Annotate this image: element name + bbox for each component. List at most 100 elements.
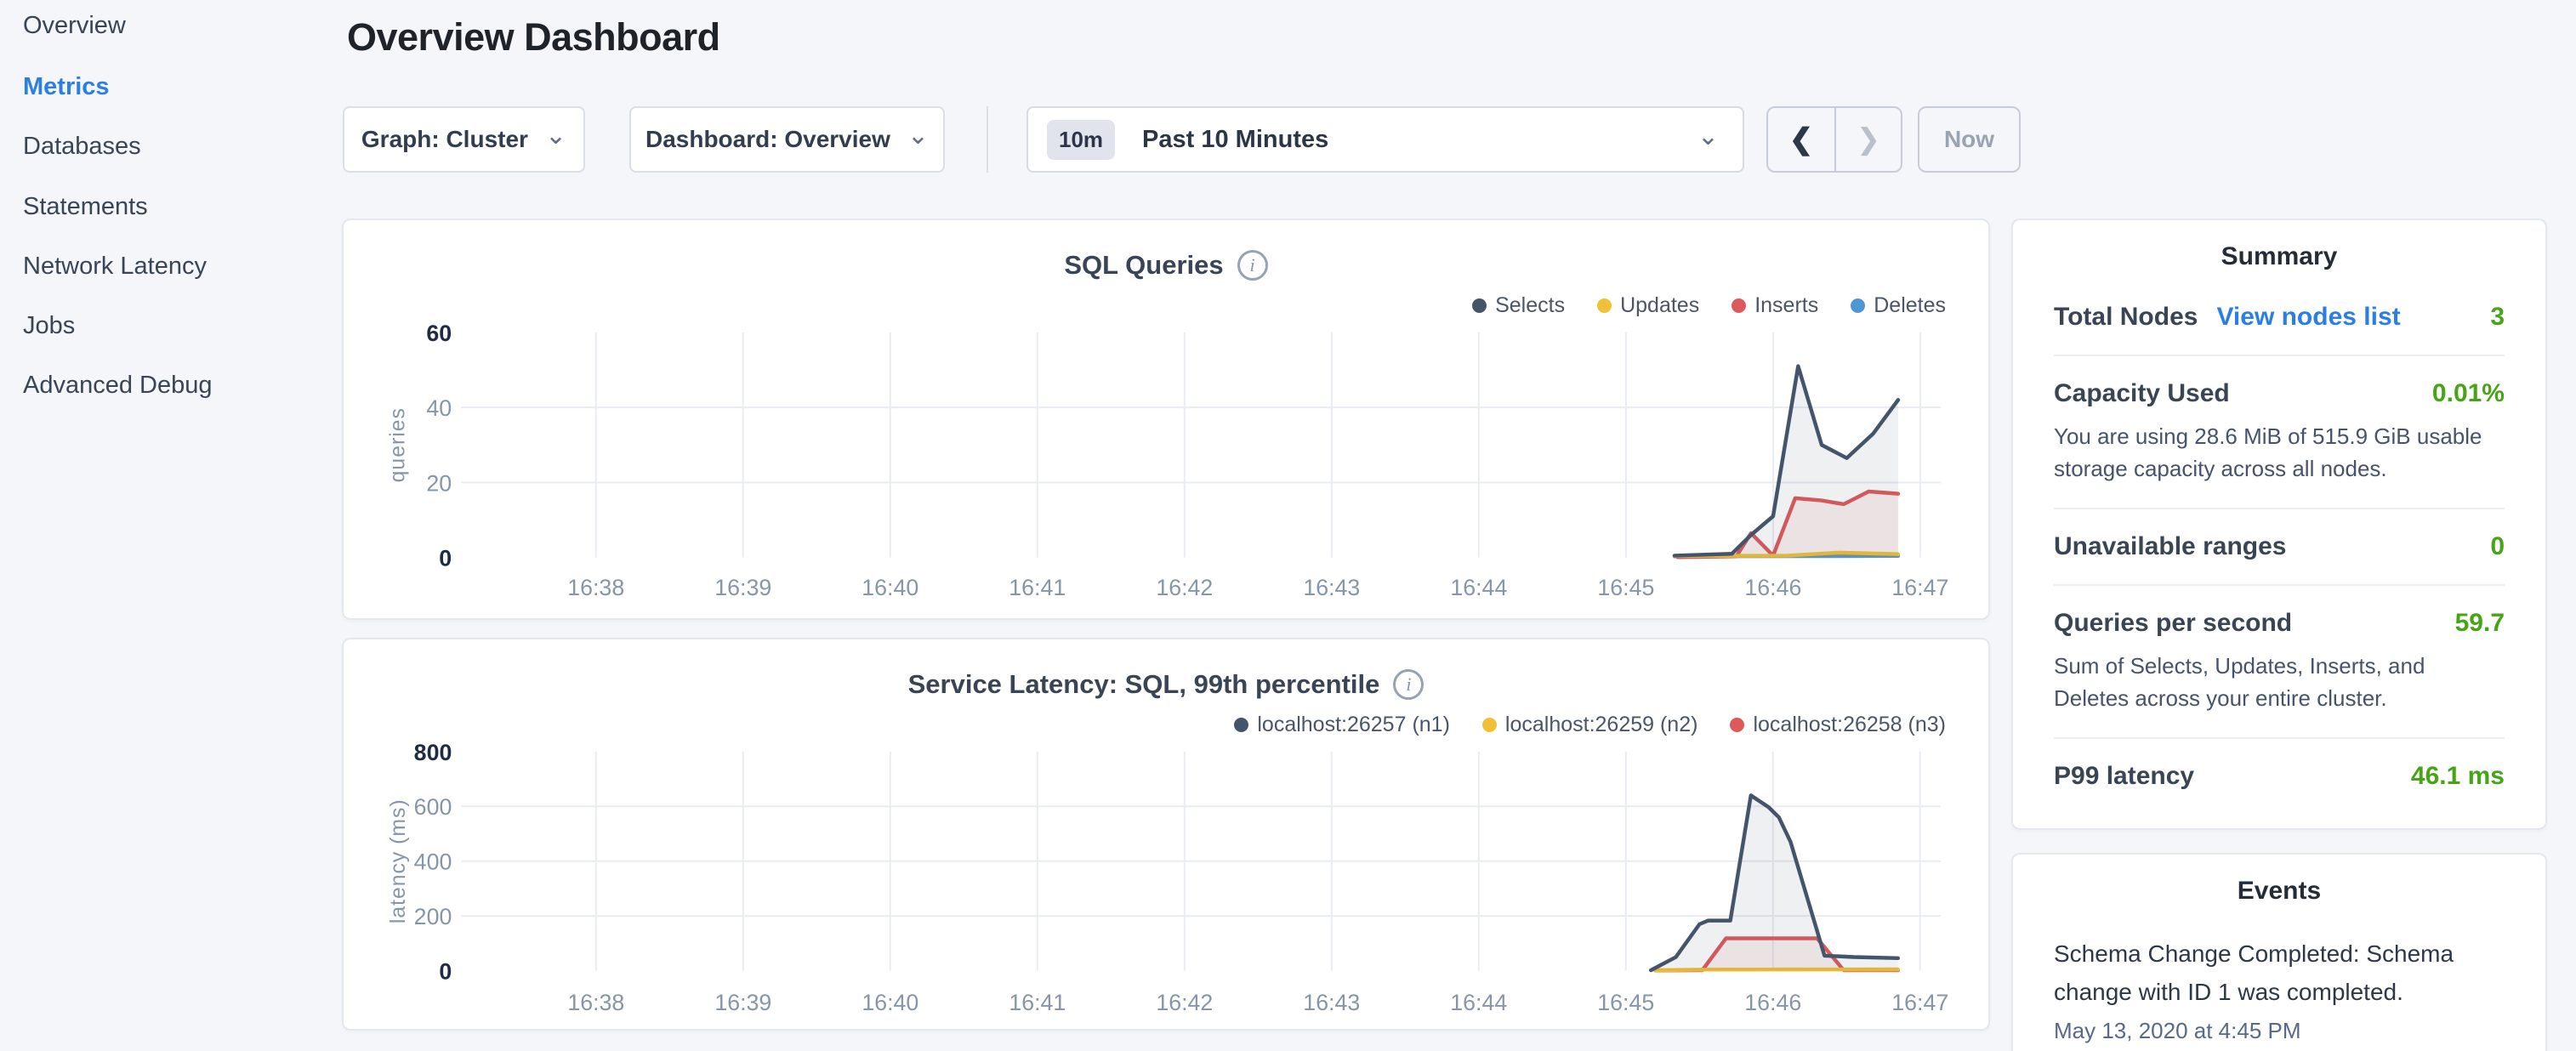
service-latency-chart-card: 16:38 16:39 16:40 16:41 16:42 16:43 16:44 16:45… — [342, 638, 1990, 1031]
y-tick-label: 0 — [439, 546, 452, 571]
toolbar: Graph: Cluster ⌄ Dashboard: Overview ⌄ 1… — [343, 106, 2021, 173]
series-area — [1651, 795, 1898, 970]
legend-dot — [1472, 298, 1487, 313]
x-tick-label: 16:40 — [862, 990, 918, 1015]
sidebar-item-network-latency[interactable]: Network Latency — [23, 253, 207, 281]
chevron-right-icon: ❯ — [1857, 122, 1881, 156]
y-axis-title: latency (ms) — [387, 798, 410, 923]
chart-title: SQL Queries — [1064, 250, 1223, 281]
info-icon[interactable]: i — [1237, 250, 1268, 281]
sidebar-item-databases[interactable]: Databases — [23, 133, 141, 161]
legend-item: Selects — [1472, 293, 1565, 318]
time-nav-group: ❮ ❯ — [1766, 106, 1902, 173]
x-tick-label: 16:47 — [1891, 990, 1948, 1015]
events-panel: Events Schema Change Completed: Schema c… — [2011, 853, 2547, 1051]
now-button[interactable]: Now — [1918, 106, 2021, 173]
summary-row-label: P99 latency — [2054, 762, 2194, 791]
legend-label: localhost:26257 (n1) — [1257, 713, 1450, 737]
legend-item: localhost:26257 (n1) — [1234, 713, 1450, 737]
graph-dropdown[interactable]: Graph: Cluster ⌄ — [343, 106, 585, 173]
y-tick-label: 200 — [414, 904, 452, 929]
summary-row-value: 46.1 ms — [2411, 762, 2505, 791]
summary-row-p99-latency: P99 latency 46.1 ms — [2054, 737, 2505, 814]
legend-item: Deletes — [1851, 293, 1946, 318]
sidebar-item-metrics[interactable]: Metrics — [23, 73, 110, 101]
legend-label: Deletes — [1874, 293, 1946, 318]
x-tick-label: 16:47 — [1891, 575, 1948, 600]
summary-row-unavailable-ranges: Unavailable ranges 0 — [2054, 508, 2505, 584]
x-tick-label: 16:42 — [1156, 990, 1213, 1015]
chart-title: Service Latency: SQL, 99th percentile — [908, 669, 1380, 700]
x-tick-label: 16:43 — [1303, 990, 1360, 1015]
x-tick-label: 16:42 — [1156, 575, 1213, 600]
series-area — [1675, 366, 1898, 558]
view-nodes-link[interactable]: View nodes list — [2216, 303, 2400, 332]
x-tick-label: 16:38 — [567, 990, 624, 1015]
summary-row-note: Sum of Selects, Updates, Inserts, and De… — [2054, 650, 2505, 714]
time-range-selector[interactable]: 10m Past 10 Minutes ⌄ — [1026, 106, 1744, 173]
y-tick-label: 600 — [414, 794, 452, 820]
sidebar-item-advanced-debug[interactable]: Advanced Debug — [23, 372, 213, 400]
summary-row-value: 3 — [2490, 303, 2505, 332]
legend-label: localhost:26258 (n3) — [1753, 713, 1946, 737]
summary-row-label: Capacity Used — [2054, 379, 2230, 408]
graph-dropdown-label: Graph: Cluster — [361, 126, 528, 153]
dashboard-dropdown-label: Dashboard: Overview — [645, 126, 890, 153]
chevron-down-icon: ⌄ — [545, 128, 566, 145]
time-prev-button[interactable]: ❮ — [1768, 108, 1834, 171]
toolbar-divider — [987, 106, 988, 173]
sql-queries-chart-card: 16:3816:3916:4016:4116:4216:4316:4416:45… — [342, 219, 1990, 620]
legend-dot — [1732, 298, 1746, 313]
info-icon[interactable]: i — [1393, 669, 1424, 700]
summary-row-value: 0 — [2490, 532, 2505, 561]
x-tick-label: 16:41 — [1009, 990, 1066, 1015]
x-tick-label: 16:41 — [1009, 575, 1066, 600]
summary-row-queries-per-second: Queries per second 59.7 Sum of Selects, … — [2054, 584, 2505, 737]
legend-dot — [1730, 718, 1744, 732]
legend-dot — [1851, 298, 1865, 313]
summary-row-total-nodes: Total Nodes View nodes list 3 — [2054, 280, 2505, 355]
legend-label: Inserts — [1754, 293, 1818, 318]
chevron-down-icon: ⌄ — [1697, 122, 1719, 151]
y-tick-label: 0 — [439, 959, 452, 985]
summary-row-value: 59.7 — [2455, 609, 2505, 638]
x-tick-label: 16:39 — [714, 990, 771, 1015]
x-tick-label: 16:45 — [1597, 990, 1654, 1015]
event-item[interactable]: Schema Change Completed: Schema change w… — [2054, 935, 2505, 1044]
summary-row-capacity-used: Capacity Used 0.01% You are using 28.6 M… — [2054, 355, 2505, 508]
dashboard-dropdown[interactable]: Dashboard: Overview ⌄ — [629, 106, 945, 173]
x-tick-label: 16:46 — [1744, 575, 1801, 600]
summary-row-value: 0.01% — [2432, 379, 2505, 408]
chevron-down-icon: ⌄ — [907, 128, 929, 145]
summary-row-label: Unavailable ranges — [2054, 532, 2286, 561]
chevron-left-icon: ❮ — [1789, 122, 1814, 156]
y-tick-label: 20 — [426, 470, 452, 496]
legend-item: localhost:26259 (n2) — [1482, 713, 1698, 737]
sidebar: Overview Metrics Databases Statements Ne… — [0, 0, 340, 1051]
x-tick-label: 16:44 — [1450, 575, 1507, 600]
legend-label: localhost:26259 (n2) — [1505, 713, 1698, 737]
x-tick-label: 16:46 — [1744, 990, 1801, 1015]
x-tick-label: 16:43 — [1303, 575, 1360, 600]
summary-panel: Summary Total Nodes View nodes list 3 Ca… — [2011, 219, 2547, 830]
summary-row-label: Total Nodes — [2054, 303, 2198, 332]
sidebar-item-statements[interactable]: Statements — [23, 193, 148, 221]
x-tick-label: 16:39 — [714, 575, 771, 600]
event-timestamp: May 13, 2020 at 4:45 PM — [2054, 1018, 2505, 1044]
legend-label: Selects — [1495, 293, 1565, 318]
sidebar-item-overview[interactable]: Overview — [23, 12, 126, 40]
time-next-button[interactable]: ❯ — [1834, 108, 1901, 171]
summary-row-label: Queries per second — [2054, 609, 2292, 638]
x-tick-label: 16:38 — [567, 575, 624, 600]
time-window-label: Past 10 Minutes — [1142, 126, 1328, 154]
x-tick-label: 16:44 — [1450, 990, 1507, 1015]
legend-dot — [1234, 718, 1248, 732]
legend-dot — [1482, 718, 1497, 732]
sidebar-item-jobs[interactable]: Jobs — [23, 312, 75, 340]
time-window-badge: 10m — [1047, 120, 1115, 160]
x-tick-label: 16:45 — [1597, 575, 1654, 600]
y-tick-label: 60 — [426, 321, 452, 346]
legend-item: Updates — [1597, 293, 1699, 318]
chart-legend: localhost:26257 (n1) localhost:26259 (n2)… — [1234, 713, 1946, 737]
y-tick-label: 400 — [414, 849, 452, 875]
